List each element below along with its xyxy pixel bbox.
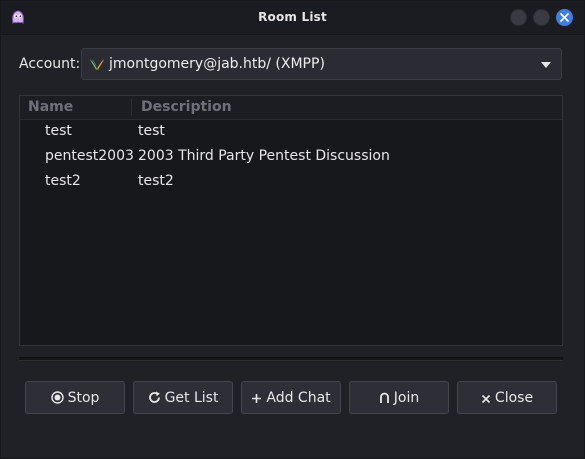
- account-dropdown[interactable]: jmontgomery@jab.htb/ (XMPP): [81, 48, 562, 80]
- chevron-down-icon: [541, 62, 551, 68]
- close-icon: [560, 13, 569, 22]
- table-row[interactable]: test test: [20, 120, 562, 145]
- window-close-button[interactable]: [556, 9, 573, 26]
- add-chat-label: Add Chat: [266, 390, 331, 406]
- room-description: test: [138, 123, 165, 139]
- table-row[interactable]: test2 test2: [20, 170, 562, 195]
- plus-icon: [252, 394, 262, 403]
- stop-button[interactable]: Stop: [25, 381, 125, 414]
- refresh-icon: [148, 391, 160, 403]
- progress-bar: [19, 357, 563, 361]
- window-title: Room List: [258, 10, 327, 24]
- column-divider: [131, 99, 132, 116]
- room-list-table[interactable]: Name Description test test pentest2003 2…: [19, 95, 563, 346]
- join-label: Join: [393, 390, 420, 406]
- title-bar: Room List: [1, 1, 584, 35]
- account-label: Account:: [19, 56, 81, 72]
- close-button[interactable]: Close: [457, 381, 557, 414]
- stop-icon: [50, 391, 64, 404]
- minimize-button[interactable]: [510, 9, 527, 26]
- maximize-button[interactable]: [533, 9, 550, 26]
- add-chat-button[interactable]: Add Chat: [241, 381, 341, 414]
- xmpp-icon: [90, 59, 104, 70]
- table-row[interactable]: pentest2003 2003 Third Party Pentest Dis…: [20, 145, 562, 170]
- column-header-name[interactable]: Name: [28, 99, 73, 115]
- table-header: Name Description: [20, 96, 562, 120]
- column-header-description[interactable]: Description: [141, 99, 232, 115]
- stop-label: Stop: [67, 390, 100, 406]
- room-description: 2003 Third Party Pentest Discussion: [138, 148, 390, 164]
- room-name: test2: [45, 173, 81, 189]
- join-button[interactable]: Join: [349, 381, 449, 414]
- room-name: pentest2003: [45, 148, 134, 164]
- close-icon: [481, 394, 490, 404]
- join-icon: [379, 392, 389, 403]
- room-name: test: [45, 123, 72, 139]
- get-list-label: Get List: [164, 390, 219, 406]
- get-list-button[interactable]: Get List: [133, 381, 233, 414]
- close-label: Close: [494, 390, 534, 406]
- account-value: jmontgomery@jab.htb/ (XMPP): [109, 56, 325, 72]
- room-description: test2: [138, 173, 174, 189]
- room-list-window: Room List Account: jmontgomery@jab.htb/ …: [0, 0, 585, 459]
